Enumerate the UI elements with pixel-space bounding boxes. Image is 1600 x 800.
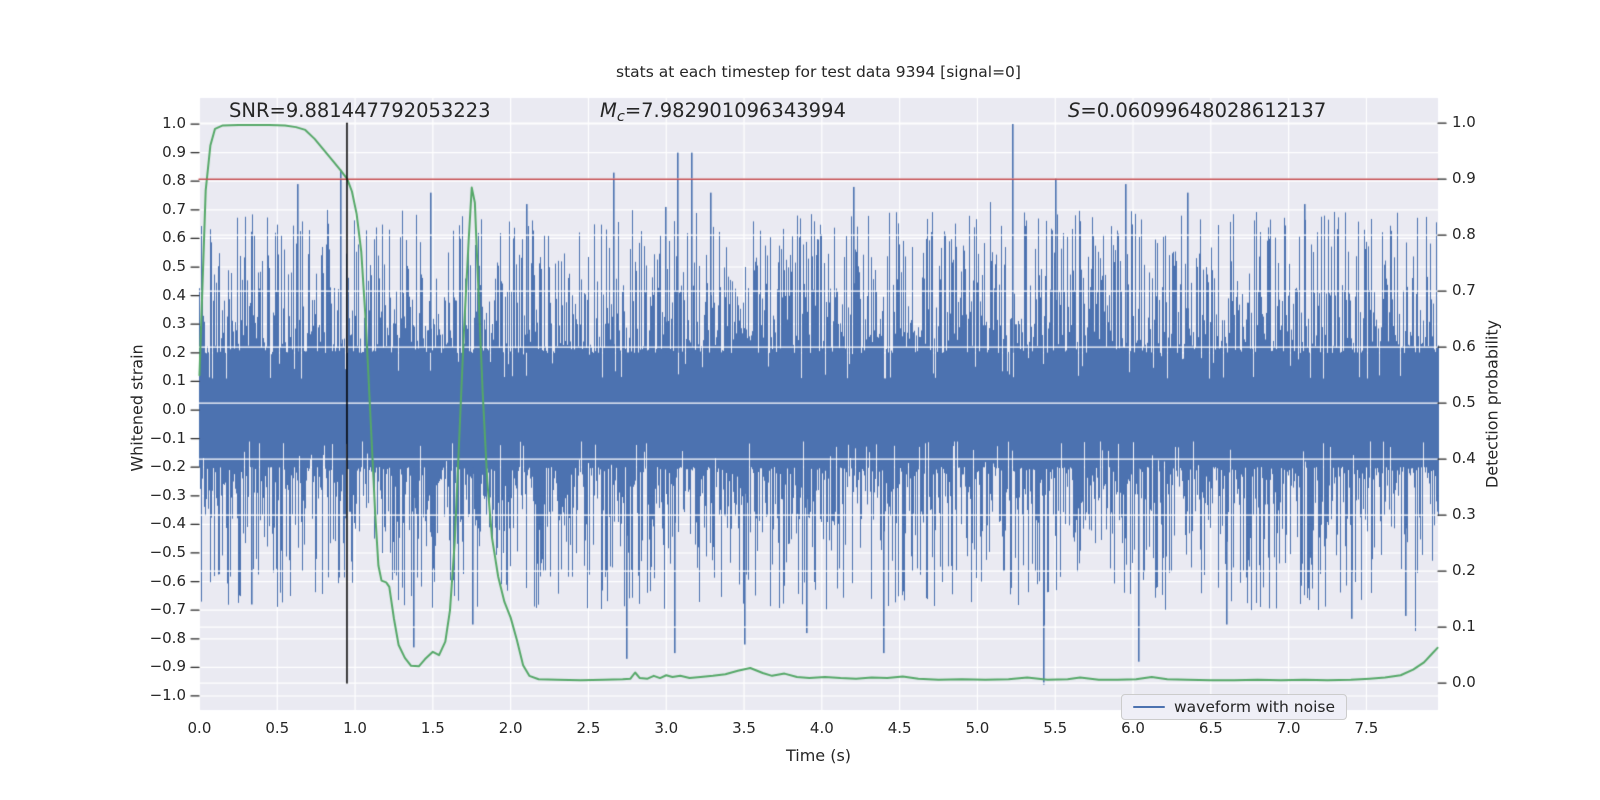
x-tick-label: 5.0 [965,719,990,737]
x-tick-label: 2.0 [498,719,523,737]
y-left-tick-label: −0.9 [149,657,186,676]
figure: stats at each timestep for test data 939… [0,0,1600,800]
y-left-tick-label: 0.9 [162,142,186,161]
stat-annotation-score: S=0.06099648028612137 [1068,99,1327,122]
y-left-tick-label: −0.4 [149,514,186,533]
legend: waveform with noise [1121,694,1347,720]
legend-label: waveform with noise [1174,698,1335,716]
y-left-tick-label: 0.1 [162,371,186,390]
y-left-tick-label: 0.5 [162,257,186,275]
x-tick-label: 2.5 [576,719,601,737]
x-tick-label: 7.0 [1276,719,1301,737]
y-left-tick-label: −0.6 [149,571,186,590]
x-axis-label: Time (s) [785,746,852,765]
y-left-tick-label: 0.6 [162,228,186,247]
y-left-tick-label: −0.2 [149,457,186,476]
y-left-tick-label: −0.5 [149,542,186,561]
y-right-tick-label: 0.7 [1452,281,1476,300]
y-right-tick-label: 0.4 [1452,449,1476,468]
y-left-tick-label: −0.7 [149,600,186,619]
y-left-tick-label: 0.3 [162,314,186,333]
legend-line-sample [1133,705,1165,709]
y-left-tick-label: −1.0 [149,685,186,704]
stat-annotation-snr: SNR=9.881447792053223 [229,99,491,122]
y-left-tick-label: −0.3 [149,485,186,504]
x-tick-label: 3.5 [732,719,756,737]
y-left-tick-label: −0.1 [149,428,186,447]
x-tick-label: 4.0 [809,719,834,737]
y-right-tick-label: 0.6 [1452,337,1476,356]
y-right-tick-label: 0.2 [1452,561,1476,580]
y-left-tick-label: 0.2 [162,342,186,361]
y-right-tick-label: 0.9 [1452,169,1476,188]
x-tick-label: 6.5 [1198,719,1223,737]
stat-annotation-chirp-mass: Mc=7.982901096343994 [600,99,846,125]
y-left-tick-label: 0.8 [162,171,186,190]
y-right-tick-label: 0.8 [1452,225,1476,244]
y-right-tick-label: 1.0 [1452,113,1476,132]
y-left-tick-label: 1.0 [162,114,186,133]
chart-title: stats at each timestep for test data 939… [616,63,1021,81]
y-right-tick-label: 0.1 [1452,617,1476,636]
y-right-tick-label: 0.3 [1452,505,1476,524]
y-left-tick-label: 0.7 [162,199,186,218]
y-right-tick-label: 0.0 [1452,673,1476,692]
x-tick-label: 1.5 [420,719,445,737]
x-tick-label: 6.0 [1121,719,1145,737]
y-left-tick-label: 0.0 [162,400,186,418]
x-tick-label: 0.0 [187,719,212,737]
x-tick-label: 3.0 [654,719,679,737]
y-left-tick-label: −0.8 [149,628,186,647]
x-tick-label: 5.5 [1043,719,1068,737]
y-right-tick-label: 0.5 [1452,393,1476,412]
x-tick-label: 7.5 [1354,719,1379,737]
x-tick-label: 4.5 [887,719,912,737]
x-tick-label: 1.0 [343,719,367,737]
x-tick-label: 0.5 [265,719,290,737]
y-left-tick-label: 0.4 [162,285,186,304]
